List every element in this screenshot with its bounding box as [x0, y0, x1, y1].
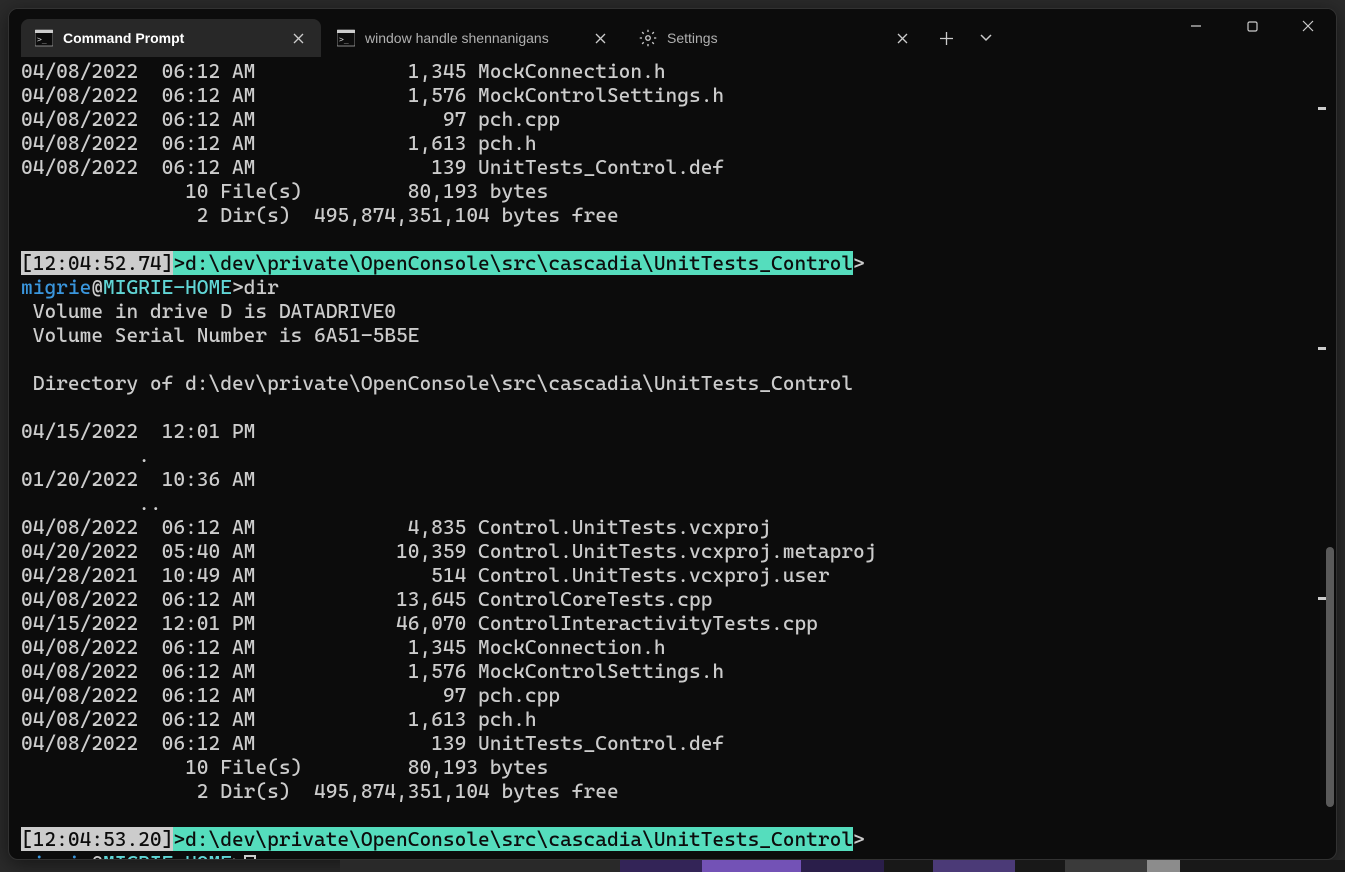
svg-text:>_: >_ — [339, 35, 349, 44]
taskbar-segment — [884, 860, 933, 872]
title-bar: >_ Command Prompt >_ window handle shenn… — [9, 9, 1336, 57]
taskbar-segment — [702, 860, 801, 872]
taskbar-segment — [1147, 860, 1180, 872]
scroll-mark — [1318, 347, 1326, 350]
scroll-mark — [1318, 107, 1326, 110]
gear-icon — [639, 29, 657, 47]
tab-strip: >_ Command Prompt >_ window handle shenn… — [9, 9, 1005, 57]
tab-label: window handle shennanigans — [365, 30, 579, 46]
close-button[interactable] — [1280, 9, 1336, 43]
taskbar-segment — [340, 860, 620, 872]
taskbar-segment — [620, 860, 702, 872]
taskbar-segment — [1180, 860, 1345, 872]
taskbar-hint — [0, 860, 1345, 872]
taskbar-segment — [801, 860, 883, 872]
svg-text:>_: >_ — [37, 35, 47, 44]
tab-dropdown-button[interactable] — [967, 19, 1005, 57]
cmd-icon: >_ — [35, 29, 53, 47]
scrollbar[interactable] — [1320, 57, 1336, 859]
new-tab-button[interactable] — [927, 19, 965, 57]
scrollbar-thumb[interactable] — [1326, 547, 1334, 807]
close-icon[interactable] — [891, 27, 913, 49]
tab-label: Command Prompt — [63, 30, 277, 46]
taskbar-segment — [1015, 860, 1064, 872]
maximize-button[interactable] — [1224, 9, 1280, 43]
terminal-window: >_ Command Prompt >_ window handle shenn… — [8, 8, 1337, 860]
scroll-mark — [1318, 597, 1326, 600]
tab-label: Settings — [667, 30, 881, 46]
tab-settings[interactable]: Settings — [625, 19, 925, 57]
minimize-button[interactable] — [1168, 9, 1224, 43]
tab-command-prompt[interactable]: >_ Command Prompt — [21, 19, 321, 57]
taskbar-segment — [933, 860, 1015, 872]
window-controls — [1168, 9, 1336, 43]
taskbar-segment — [1065, 860, 1147, 872]
cmd-icon: >_ — [337, 29, 355, 47]
close-icon[interactable] — [287, 27, 309, 49]
terminal-output[interactable]: 04/08/2022 06:12 AM 1,345 MockConnection… — [9, 57, 1336, 859]
close-icon[interactable] — [589, 27, 611, 49]
tab-window-handle[interactable]: >_ window handle shennanigans — [323, 19, 623, 57]
